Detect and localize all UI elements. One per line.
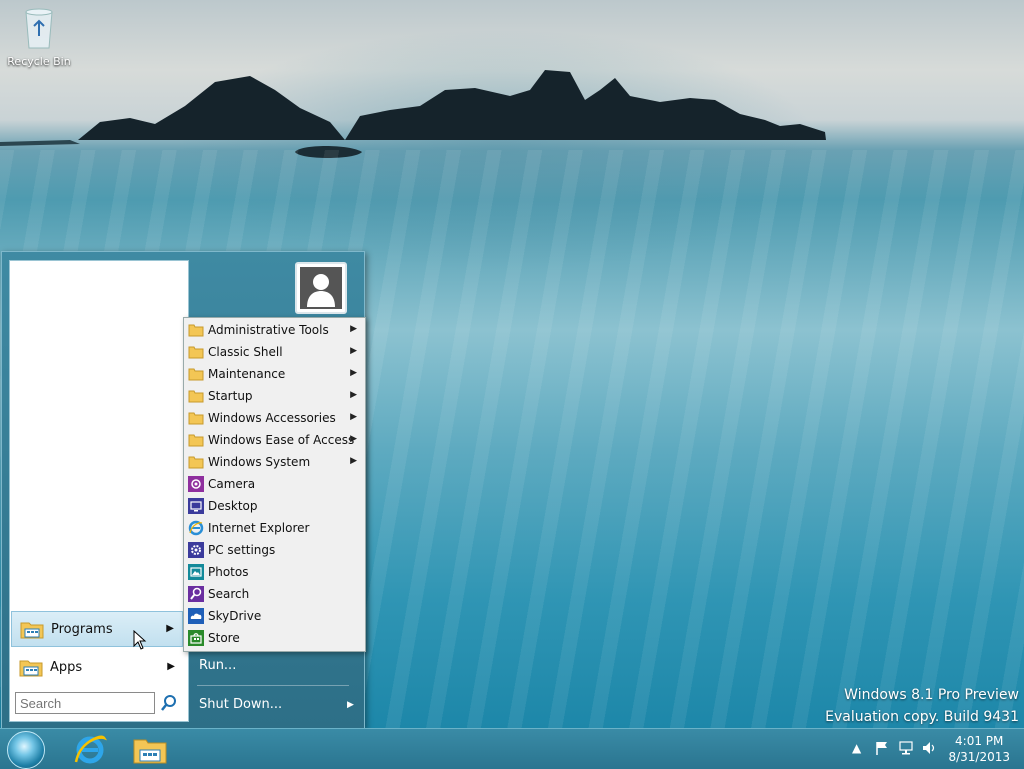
submenu-item-label: Camera	[208, 477, 256, 491]
apps-menu-item[interactable]: Apps ▶	[11, 650, 183, 686]
submenu-item-maintenance[interactable]: Maintenance ▶	[184, 363, 365, 385]
clock-date: 8/31/2013	[948, 750, 1010, 764]
submenu-item-search[interactable]: Search	[184, 583, 365, 605]
submenu-item-label: PC settings	[208, 543, 276, 557]
submenu-item-photos[interactable]: Photos	[184, 561, 365, 583]
chevron-right-icon: ▶	[350, 324, 357, 334]
chevron-right-icon: ▶	[350, 456, 357, 466]
submenu-item-label: Windows Ease of Access	[208, 433, 355, 447]
submenu-item-skydrive[interactable]: SkyDrive	[184, 605, 365, 627]
watermark-line-1: Windows 8.1 Pro Preview	[844, 687, 1019, 703]
recycle-bin-icon	[25, 8, 53, 49]
shut-down-menu-item[interactable]: Shut Down...	[199, 697, 282, 712]
show-hidden-icons-chevron[interactable]: ▲	[852, 741, 861, 755]
folder-icon	[188, 368, 204, 381]
folder-icon	[188, 324, 204, 337]
evaluation-watermark: Windows 8.1 Pro Preview Evaluation copy.…	[825, 684, 1019, 728]
user-avatar-icon[interactable]	[295, 262, 347, 314]
run-menu-item[interactable]: Run...	[199, 658, 236, 673]
action-center-flag-icon[interactable]	[874, 740, 890, 756]
mouse-cursor-icon	[133, 630, 147, 650]
apps-label: Apps	[50, 660, 83, 675]
submenu-item-label: SkyDrive	[208, 609, 262, 623]
submenu-item-label: Startup	[208, 389, 253, 403]
submenu-item-label: Windows Accessories	[208, 411, 336, 425]
folder-icon	[188, 456, 204, 469]
folder-icon	[188, 346, 204, 359]
user-silhouette	[300, 267, 342, 309]
submenu-item-administrative-tools[interactable]: Administrative Tools ▶	[184, 319, 365, 341]
menu-separator	[197, 685, 349, 686]
file-explorer-icon[interactable]	[132, 732, 168, 766]
submenu-item-internet-explorer[interactable]: Internet Explorer	[184, 517, 365, 539]
volume-icon[interactable]	[921, 740, 937, 756]
submenu-item-label: Classic Shell	[208, 345, 283, 359]
apps-folder-icon	[19, 660, 43, 677]
watermark-line-2: Evaluation copy. Build 9431	[825, 709, 1019, 725]
submenu-item-label: Photos	[208, 565, 249, 579]
chevron-right-icon: ▶	[350, 390, 357, 400]
chevron-right-icon[interactable]: ▶	[347, 700, 354, 710]
photos-icon	[188, 564, 204, 580]
submenu-item-label: Search	[208, 587, 250, 601]
submenu-item-label: Store	[208, 631, 240, 645]
submenu-item-windows-accessories[interactable]: Windows Accessories ▶	[184, 407, 365, 429]
store-icon	[188, 630, 204, 646]
submenu-item-label: Desktop	[208, 499, 258, 513]
recycle-bin-desktop-icon[interactable]: Recycle Bin	[4, 6, 74, 68]
chevron-right-icon: ▶	[350, 412, 357, 422]
submenu-item-windows-system[interactable]: Windows System ▶	[184, 451, 365, 473]
search-icon[interactable]	[160, 694, 178, 712]
programs-submenu: Administrative Tools ▶ Classic Shell ▶ M…	[183, 317, 366, 652]
programs-menu-item[interactable]: Programs ▶	[11, 611, 183, 647]
submenu-item-desktop[interactable]: Desktop	[184, 495, 365, 517]
chevron-right-icon: ▶	[350, 346, 357, 356]
submenu-item-store[interactable]: Store	[184, 627, 365, 649]
settings-gear-icon	[188, 542, 204, 558]
chevron-right-icon: ▶	[167, 661, 175, 672]
start-orb-icon[interactable]	[7, 731, 45, 769]
chevron-right-icon: ▶	[350, 368, 357, 378]
internet-explorer-icon[interactable]	[72, 732, 108, 766]
folder-icon	[188, 434, 204, 447]
submenu-item-classic-shell[interactable]: Classic Shell ▶	[184, 341, 365, 363]
submenu-item-label: Internet Explorer	[208, 521, 310, 535]
submenu-item-camera[interactable]: Camera	[184, 473, 365, 495]
desktop-icon	[188, 498, 204, 514]
search-icon	[188, 586, 204, 602]
submenu-item-windows-ease-of-access[interactable]: Windows Ease of Access ▶	[184, 429, 365, 451]
network-icon[interactable]	[898, 740, 914, 756]
programs-label: Programs	[51, 622, 113, 637]
start-search-input[interactable]	[15, 692, 155, 714]
submenu-item-label: Administrative Tools	[208, 323, 329, 337]
camera-icon	[188, 476, 204, 492]
skydrive-icon	[188, 608, 204, 624]
submenu-item-startup[interactable]: Startup ▶	[184, 385, 365, 407]
internet-explorer-icon	[188, 520, 204, 536]
chevron-right-icon: ▶	[166, 623, 174, 634]
submenu-item-pc-settings[interactable]: PC settings	[184, 539, 365, 561]
recycle-bin-label: Recycle Bin	[7, 55, 71, 68]
clock[interactable]: 4:01 PM 8/31/2013	[948, 733, 1010, 765]
submenu-item-label: Windows System	[208, 455, 311, 469]
folder-icon	[188, 412, 204, 425]
clock-time: 4:01 PM	[955, 734, 1004, 748]
taskbar: ▲ 4:01 PM 8/31/2013	[0, 728, 1024, 769]
rock-islands-silhouette	[0, 70, 826, 158]
programs-folder-icon	[20, 622, 44, 639]
chevron-right-icon: ▶	[350, 434, 357, 444]
folder-icon	[188, 390, 204, 403]
submenu-item-label: Maintenance	[208, 367, 286, 381]
